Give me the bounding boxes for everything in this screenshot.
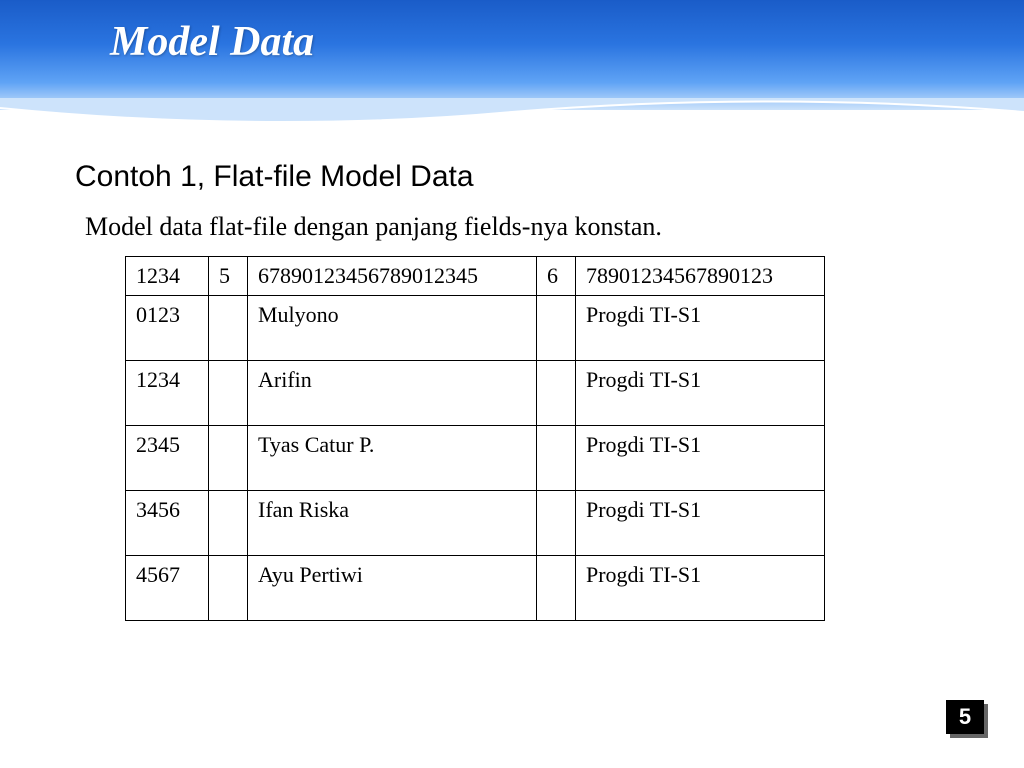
cell-id: 2345 bbox=[126, 426, 209, 491]
cell-id: 3456 bbox=[126, 491, 209, 556]
hdr-col4: 6 bbox=[537, 257, 576, 296]
cell-name: Ifan Riska bbox=[248, 491, 537, 556]
table-row: 3456 Ifan Riska Progdi TI-S1 bbox=[126, 491, 825, 556]
hdr-col3: 67890123456789012345 bbox=[248, 257, 537, 296]
title-banner: Model Data bbox=[0, 0, 1024, 110]
page-number: 5 bbox=[946, 700, 984, 734]
hdr-col5: 78901234567890123 bbox=[576, 257, 825, 296]
cell-sep2 bbox=[537, 491, 576, 556]
table-wrap: 1234 5 67890123456789012345 6 7890123456… bbox=[125, 256, 949, 621]
table-row: 1234 Arifin Progdi TI-S1 bbox=[126, 361, 825, 426]
slide-title: Model Data bbox=[110, 18, 314, 66]
cell-sep2 bbox=[537, 426, 576, 491]
cell-sep2 bbox=[537, 361, 576, 426]
cell-id: 1234 bbox=[126, 361, 209, 426]
hdr-col2: 5 bbox=[209, 257, 248, 296]
table-row: 0123 Mulyono Progdi TI-S1 bbox=[126, 296, 825, 361]
cell-sep2 bbox=[537, 296, 576, 361]
cell-prog: Progdi TI-S1 bbox=[576, 491, 825, 556]
cell-prog: Progdi TI-S1 bbox=[576, 426, 825, 491]
cell-prog: Progdi TI-S1 bbox=[576, 361, 825, 426]
cell-name: Arifin bbox=[248, 361, 537, 426]
cell-name: Tyas Catur P. bbox=[248, 426, 537, 491]
cell-sep1 bbox=[209, 556, 248, 621]
table-row: 4567 Ayu Pertiwi Progdi TI-S1 bbox=[126, 556, 825, 621]
cell-sep1 bbox=[209, 361, 248, 426]
cell-sep2 bbox=[537, 556, 576, 621]
table-row: 2345 Tyas Catur P. Progdi TI-S1 bbox=[126, 426, 825, 491]
cell-prog: Progdi TI-S1 bbox=[576, 296, 825, 361]
cell-name: Mulyono bbox=[248, 296, 537, 361]
table-header-row: 1234 5 67890123456789012345 6 7890123456… bbox=[126, 257, 825, 296]
slide: Model Data Contoh 1, Flat-file Model Dat… bbox=[0, 0, 1024, 768]
description: Model data flat-file dengan panjang fiel… bbox=[85, 212, 949, 242]
flat-file-table: 1234 5 67890123456789012345 6 7890123456… bbox=[125, 256, 825, 621]
hdr-col1: 1234 bbox=[126, 257, 209, 296]
cell-sep1 bbox=[209, 296, 248, 361]
cell-id: 4567 bbox=[126, 556, 209, 621]
page-number-badge: 5 bbox=[946, 700, 988, 738]
cell-name: Ayu Pertiwi bbox=[248, 556, 537, 621]
cell-id: 0123 bbox=[126, 296, 209, 361]
subtitle: Contoh 1, Flat-file Model Data bbox=[75, 160, 949, 194]
cell-prog: Progdi TI-S1 bbox=[576, 556, 825, 621]
cell-sep1 bbox=[209, 491, 248, 556]
banner-wave bbox=[0, 98, 1024, 128]
cell-sep1 bbox=[209, 426, 248, 491]
content-area: Contoh 1, Flat-file Model Data Model dat… bbox=[0, 110, 1024, 621]
